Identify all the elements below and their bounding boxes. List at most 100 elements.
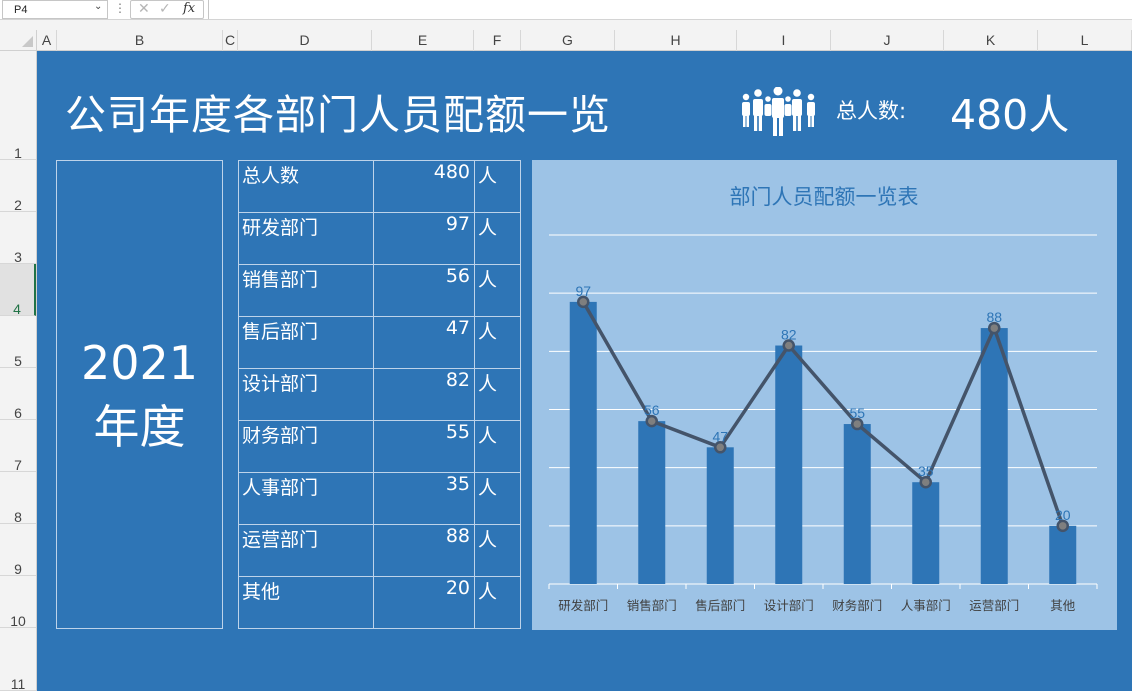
column-header-a[interactable]: A: [37, 30, 57, 51]
column-header-k[interactable]: K: [944, 30, 1038, 51]
unit-cell[interactable]: 人: [474, 473, 520, 524]
row-header-4[interactable]: 4: [0, 264, 36, 317]
row-header-5[interactable]: 5: [0, 316, 36, 369]
column-header-l[interactable]: L: [1038, 30, 1132, 51]
row-header-9[interactable]: 9: [0, 524, 36, 577]
department-name[interactable]: 销售部门: [242, 265, 372, 316]
row-header-2[interactable]: 2: [0, 160, 36, 213]
formula-input[interactable]: [208, 0, 1132, 19]
category-label: 售后部门: [695, 598, 745, 613]
table-row[interactable]: 售后部门 47 人: [239, 317, 520, 369]
bar-2: [706, 447, 734, 584]
category-label: 人事部门: [901, 598, 951, 613]
unit-cell[interactable]: 人: [474, 317, 520, 368]
unit-cell[interactable]: 人: [474, 265, 520, 316]
row-header-3[interactable]: 3: [0, 212, 36, 265]
column-header-e[interactable]: E: [372, 30, 474, 51]
table-row[interactable]: 其他 20 人: [239, 577, 520, 629]
unit-cell[interactable]: 人: [474, 421, 520, 472]
department-name[interactable]: 总人数: [242, 161, 372, 212]
headcount-value[interactable]: 88: [373, 525, 473, 576]
row-header-11[interactable]: 11: [0, 628, 36, 692]
unit-cell[interactable]: 人: [474, 369, 520, 420]
column-header-g[interactable]: G: [521, 30, 615, 51]
table-row[interactable]: 销售部门 56 人: [239, 265, 520, 317]
year-panel[interactable]: 2021 年度: [56, 160, 223, 629]
headcount-value[interactable]: 56: [373, 265, 473, 316]
headcount-chart[interactable]: 部门人员配额一览表 97 56 47 82 55 35 88 20 研发部门 销售部门 售后部门 设计…: [532, 160, 1117, 630]
column-header-c[interactable]: C: [223, 30, 238, 51]
department-name[interactable]: 研发部门: [242, 213, 372, 264]
data-label: 56: [644, 402, 660, 418]
insert-function-icon[interactable]: fx: [183, 1, 195, 16]
category-label: 销售部门: [627, 598, 677, 613]
data-label: 55: [849, 405, 865, 421]
headcount-value[interactable]: 20: [373, 577, 473, 628]
formula-buttons: ✕ ✓ fx: [130, 0, 204, 19]
department-name[interactable]: 其他: [242, 577, 372, 628]
year-text: 2021 年度: [57, 331, 222, 459]
table-row[interactable]: 人事部门 35 人: [239, 473, 520, 525]
row-header-7[interactable]: 7: [0, 420, 36, 473]
unit-cell[interactable]: 人: [474, 213, 520, 264]
headcount-value[interactable]: 82: [373, 369, 473, 420]
chevron-down-icon[interactable]: ⌄: [94, 1, 102, 12]
department-name[interactable]: 运营部门: [242, 525, 372, 576]
column-header-h[interactable]: H: [615, 30, 737, 51]
total-headcount-value: 480人: [950, 91, 1070, 139]
year-number: 2021: [80, 336, 199, 390]
category-label: 其他: [1050, 598, 1076, 613]
bar-1: [638, 421, 666, 584]
unit-cell[interactable]: 人: [474, 525, 520, 576]
cancel-icon[interactable]: ✕: [138, 1, 150, 17]
table-row[interactable]: 总人数 480 人: [239, 161, 520, 213]
more-options-icon[interactable]: ⋮: [114, 1, 126, 15]
column-header-f[interactable]: F: [474, 30, 521, 51]
select-all-button[interactable]: [0, 30, 37, 51]
department-name[interactable]: 人事部门: [242, 473, 372, 524]
department-name[interactable]: 财务部门: [242, 421, 372, 472]
bar-3: [775, 345, 803, 584]
bar-0: [569, 301, 597, 584]
bar-5: [912, 482, 940, 584]
headcount-value[interactable]: 35: [373, 473, 473, 524]
data-label: 97: [575, 283, 591, 299]
table-row[interactable]: 研发部门 97 人: [239, 213, 520, 265]
headcount-value[interactable]: 97: [373, 213, 473, 264]
formula-bar: P4 ⌄ ⋮ ✕ ✓ fx: [0, 0, 1132, 20]
table-row[interactable]: 运营部门 88 人: [239, 525, 520, 577]
bar-4: [843, 424, 871, 584]
category-label: 财务部门: [832, 598, 882, 613]
headcount-value[interactable]: 55: [373, 421, 473, 472]
row-header-10[interactable]: 10: [0, 576, 36, 629]
unit-cell[interactable]: 人: [474, 577, 520, 628]
column-headers: A B C D E F G H I J K L: [37, 30, 1132, 51]
column-header-i[interactable]: I: [737, 30, 831, 51]
unit-cell[interactable]: 人: [474, 161, 520, 212]
row-header-6[interactable]: 6: [0, 368, 36, 421]
worksheet[interactable]: 公司年度各部门人员配额一览 总人数: 480人 2021 年度 总人数 480 …: [37, 51, 1132, 691]
category-label: 设计部门: [764, 598, 814, 613]
bar-7: [1049, 525, 1077, 584]
chart-canvas: 部门人员配额一览表 97 56 47 82 55 35 88 20 研发部门 销售部门 售后部门 设计…: [548, 185, 1098, 613]
data-label: 35: [918, 463, 934, 479]
total-headcount-label: 总人数:: [836, 99, 907, 123]
department-name[interactable]: 设计部门: [242, 369, 372, 420]
table-row[interactable]: 设计部门 82 人: [239, 369, 520, 421]
data-label: 47: [712, 428, 728, 444]
category-label: 运营部门: [969, 598, 1019, 613]
department-name[interactable]: 售后部门: [242, 317, 372, 368]
column-header-j[interactable]: J: [831, 30, 944, 51]
chart-title: 部门人员配额一览表: [730, 185, 919, 209]
table-row[interactable]: 财务部门 55 人: [239, 421, 520, 473]
dashboard-title: 公司年度各部门人员配额一览: [65, 91, 611, 139]
confirm-icon[interactable]: ✓: [159, 1, 171, 17]
column-header-b[interactable]: B: [57, 30, 223, 51]
headcount-value[interactable]: 47: [373, 317, 473, 368]
row-header-8[interactable]: 8: [0, 472, 36, 525]
column-header-d[interactable]: D: [238, 30, 372, 51]
name-box[interactable]: P4: [2, 0, 108, 19]
data-label: 88: [986, 309, 1002, 325]
headcount-value[interactable]: 480: [373, 161, 473, 212]
row-header-1[interactable]: 1: [0, 51, 36, 161]
